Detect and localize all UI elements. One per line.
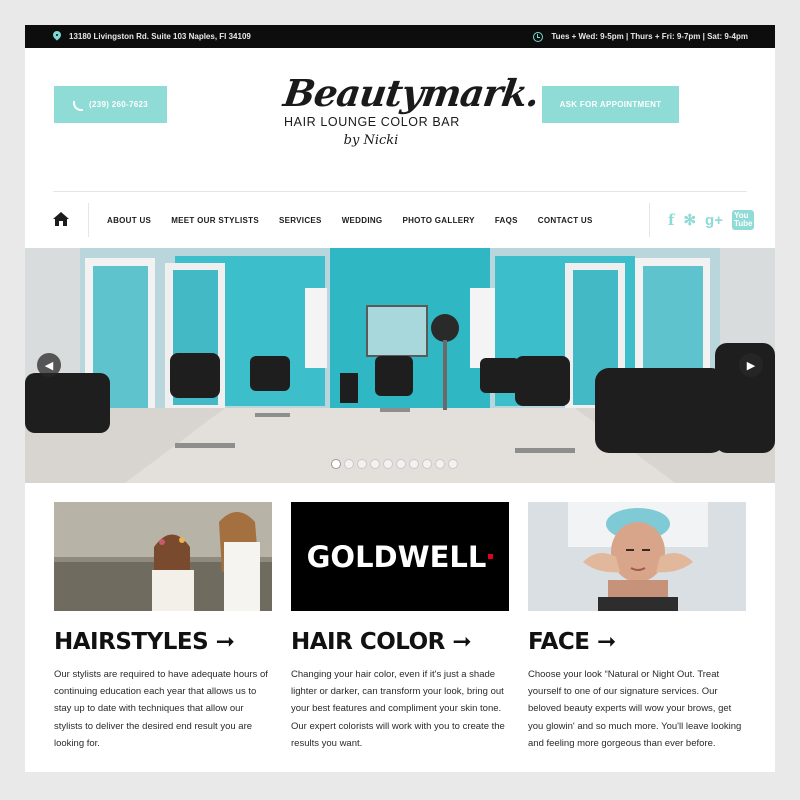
nav-item-about-us[interactable]: ABOUT US <box>107 216 151 225</box>
logo-name: Beautymark. <box>280 71 542 115</box>
google-plus-icon[interactable]: g+ <box>705 213 723 228</box>
slider-dot[interactable] <box>370 459 380 469</box>
goldwell-logo-image[interactable]: GOLDWELL <box>291 502 509 611</box>
address-text: 13180 Livingston Rd. Suite 103 Naples, F… <box>69 32 251 41</box>
facebook-icon[interactable]: f <box>668 212 674 228</box>
appointment-button-label: ASK FOR APPOINTMENT <box>559 100 662 109</box>
phone-button-label: (239) 260-7623 <box>89 100 148 109</box>
slider-dot[interactable] <box>448 459 458 469</box>
top-info-bar: 13180 Livingston Rd. Suite 103 Naples, F… <box>25 25 775 48</box>
chevron-right-icon: ▶ <box>746 359 756 372</box>
service-card-face: FACE ➞ Choose your look “Natural or Nigh… <box>528 502 746 752</box>
slider-next-button[interactable]: ▶ <box>739 353 763 377</box>
header-divider <box>53 191 747 192</box>
hairstyles-heading[interactable]: HAIRSTYLES ➞ <box>54 628 272 656</box>
slider-dot[interactable] <box>331 459 341 469</box>
nav-divider <box>649 203 650 237</box>
hairstyles-description: Our stylists are required to have adequa… <box>54 669 268 749</box>
phone-icon <box>73 100 84 111</box>
slider-dot[interactable] <box>435 459 445 469</box>
slider-dot[interactable] <box>422 459 432 469</box>
nav-item-photo-gallery[interactable]: PHOTO GALLERY <box>402 216 474 225</box>
appointment-button[interactable]: ASK FOR APPOINTMENT <box>542 86 679 123</box>
hair-color-description: Changing your hair color, even if it's j… <box>291 669 505 749</box>
clock-icon <box>533 31 544 42</box>
face-treatment-image[interactable] <box>528 502 746 611</box>
slider-pagination <box>331 459 458 469</box>
hours-block: Tues + Wed: 9-5pm | Thurs + Fri: 9-7pm |… <box>533 25 748 48</box>
address-block: 13180 Livingston Rd. Suite 103 Naples, F… <box>53 25 251 48</box>
location-pin-icon <box>53 31 61 42</box>
service-card-hair-color: GOLDWELL HAIR COLOR ➞ Changing your hair… <box>291 502 509 752</box>
slider-dot[interactable] <box>396 459 406 469</box>
nav-divider <box>88 203 89 237</box>
hairstyles-image[interactable] <box>54 502 272 611</box>
nav-item-wedding[interactable]: WEDDING <box>342 216 383 225</box>
face-heading[interactable]: FACE ➞ <box>528 628 746 656</box>
hero-slider: ◀ ▶ <box>25 248 775 483</box>
home-icon[interactable] <box>53 212 69 226</box>
service-card-hairstyles: HAIRSTYLES ➞ Our stylists are required t… <box>54 502 272 752</box>
logo[interactable]: Beautymark. HAIR LOUNGE COLOR BAR by Nic… <box>280 71 542 196</box>
nav-item-meet-our-stylists[interactable]: MEET OUR STYLISTS <box>171 216 259 225</box>
nav-item-faqs[interactable]: FAQS <box>495 216 518 225</box>
yelp-icon[interactable]: ✻ <box>683 213 696 228</box>
social-links: f ✻ g+ You Tube <box>668 203 755 237</box>
slider-dot[interactable] <box>357 459 367 469</box>
hair-color-heading[interactable]: HAIR COLOR ➞ <box>291 628 509 656</box>
salon-interior-image <box>25 248 775 483</box>
slider-dot[interactable] <box>383 459 393 469</box>
chevron-left-icon: ◀ <box>44 359 54 372</box>
logo-byline: by Nicki <box>343 133 399 148</box>
red-dot-icon <box>488 554 494 559</box>
youtube-icon[interactable]: You Tube <box>731 210 755 230</box>
slider-dot[interactable] <box>344 459 354 469</box>
nav-item-services[interactable]: SERVICES <box>279 216 322 225</box>
main-nav: ABOUT US MEET OUR STYLISTS SERVICES WEDD… <box>53 203 755 237</box>
slider-dot[interactable] <box>409 459 419 469</box>
goldwell-wordmark: GOLDWELL <box>306 539 487 574</box>
face-description: Choose your look “Natural or Night Out. … <box>528 669 742 749</box>
phone-button[interactable]: (239) 260-7623 <box>54 86 167 123</box>
slider-prev-button[interactable]: ◀ <box>37 353 61 377</box>
page-frame: 13180 Livingston Rd. Suite 103 Naples, F… <box>25 25 775 772</box>
nav-menu: ABOUT US MEET OUR STYLISTS SERVICES WEDD… <box>107 203 593 237</box>
logo-tagline: HAIR LOUNGE COLOR BAR <box>284 115 460 129</box>
nav-item-contact-us[interactable]: CONTACT US <box>538 216 593 225</box>
hours-text: Tues + Wed: 9-5pm | Thurs + Fri: 9-7pm |… <box>551 32 748 41</box>
